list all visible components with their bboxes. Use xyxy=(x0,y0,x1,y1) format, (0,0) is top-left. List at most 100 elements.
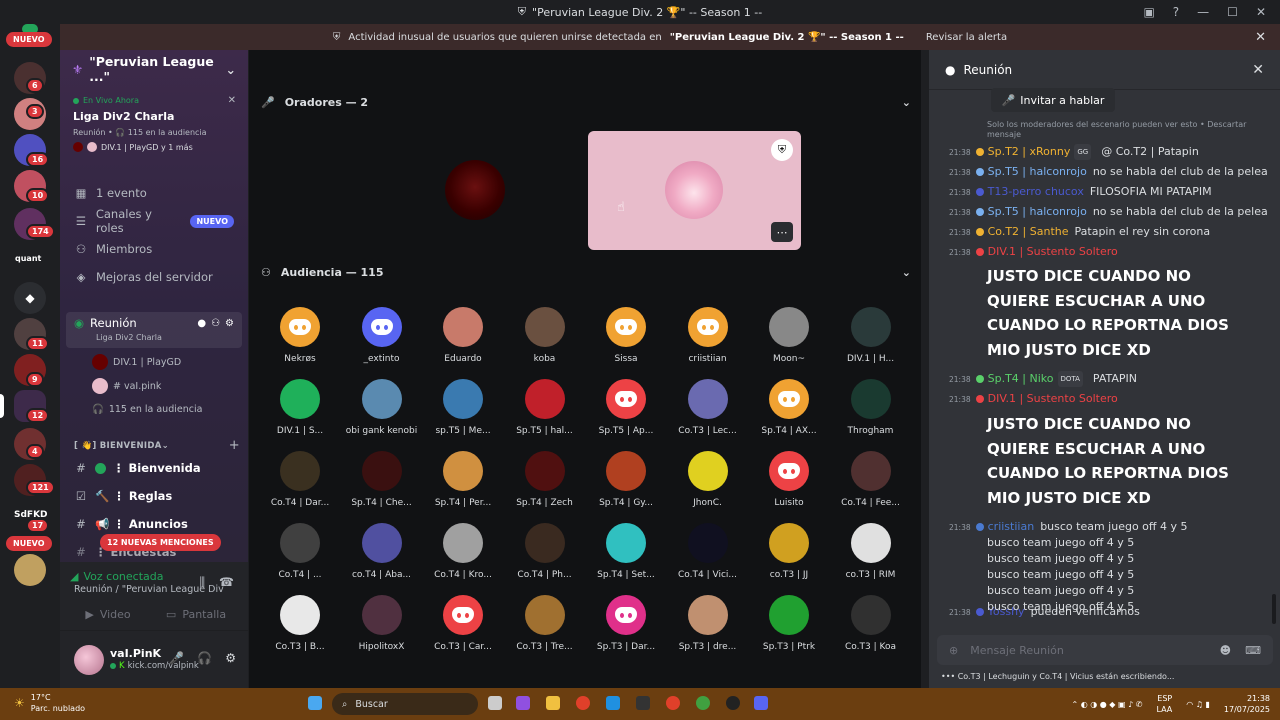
audience-member[interactable]: Co.T3 | B... xyxy=(261,595,339,667)
audience-member[interactable]: DIV.1 | H... xyxy=(832,307,910,379)
app-icon[interactable] xyxy=(606,696,620,710)
chrome-icon[interactable] xyxy=(576,696,590,710)
username[interactable]: Co.T2 | Santhe xyxy=(988,225,1069,238)
headphones-icon[interactable]: 🎧 xyxy=(197,651,212,665)
emoji-icon[interactable]: ☻ xyxy=(1220,644,1231,657)
server-header[interactable]: ⚜ "Peruvian League ..." ⌄ xyxy=(60,50,248,88)
new-mentions-pill[interactable]: 12 NUEVAS MENCIONES xyxy=(100,534,221,551)
channel-bienvenida[interactable]: # ⋮ Bienvenida xyxy=(66,456,242,480)
audience-member[interactable]: co.T3 | RIM xyxy=(832,523,910,595)
audience-member[interactable]: Nekrøs xyxy=(261,307,339,379)
username[interactable]: criistiian xyxy=(988,520,1035,533)
taskbar-search[interactable]: ⌕ Buscar xyxy=(332,693,478,715)
audience-member[interactable]: Eduardo xyxy=(424,307,502,379)
audience-member[interactable]: Sp.T4 | Che... xyxy=(343,451,421,523)
audience-member[interactable]: Co.T3 | Lec... xyxy=(669,379,747,451)
audience-member[interactable]: Sp.T5 | Ap... xyxy=(587,379,665,451)
speakers-header[interactable]: 🎤 Oradores — 2 ⌄ xyxy=(261,96,911,109)
audience-member[interactable]: sp.T5 | Me... xyxy=(424,379,502,451)
taskview-icon[interactable] xyxy=(488,696,502,710)
microphone-icon[interactable]: 🎤 xyxy=(169,651,184,665)
maximize-button[interactable]: ☐ xyxy=(1227,5,1238,19)
language-indicator[interactable]: ESP LAA xyxy=(1156,693,1172,715)
discord-taskbar-icon[interactable] xyxy=(754,696,768,710)
gamepad-icon[interactable]: ⌨ xyxy=(1245,644,1261,657)
audience-member[interactable]: Co.T3 | Koa xyxy=(832,595,910,667)
audience-member[interactable]: Sp.T4 | Set... xyxy=(587,523,665,595)
audience-member[interactable]: Co.T4 | ... xyxy=(261,523,339,595)
windows-start-icon[interactable] xyxy=(308,696,322,710)
audience-member[interactable]: DIV.1 | S... xyxy=(261,379,339,451)
close-button[interactable]: ✕ xyxy=(1256,5,1266,19)
voice-user[interactable]: DIV.1 | PlayGD xyxy=(92,352,181,372)
message-input[interactable]: ⊕ Mensaje Reunión ☻ ⌨ xyxy=(937,635,1273,665)
audience-member[interactable]: Co.T3 | Car... xyxy=(424,595,502,667)
username[interactable]: Sp.T4 | Niko xyxy=(988,372,1054,385)
audience-member[interactable]: co.T4 | Aba... xyxy=(343,523,421,595)
audience-member[interactable]: Co.T4 | Vici... xyxy=(669,523,747,595)
audience-member[interactable]: Luisito xyxy=(750,451,828,523)
soundboard-icon[interactable]: ⫼ xyxy=(200,575,206,590)
audience-member[interactable]: Moon~ xyxy=(750,307,828,379)
stage-channel[interactable]: ◉ Reunión ● ⚇ ⚙ Liga Div2 Charla xyxy=(66,312,242,348)
audience-member[interactable]: Throgham xyxy=(832,379,910,451)
help-icon[interactable]: ? xyxy=(1173,5,1179,19)
plus-icon[interactable]: ⊕ xyxy=(949,644,958,657)
audience-member[interactable]: Co.T4 | Ph... xyxy=(506,523,584,595)
copilot-icon[interactable] xyxy=(516,696,530,710)
chat-scrollbar[interactable] xyxy=(1272,594,1276,624)
audience-member[interactable]: Co.T4 | Dar... xyxy=(261,451,339,523)
username[interactable]: T13-perro chucox xyxy=(988,185,1084,198)
audience-member[interactable]: Co.T3 | Tre... xyxy=(506,595,584,667)
sidebar-item-boosts[interactable]: ◈ Mejoras del servidor xyxy=(66,264,242,290)
audience-member[interactable]: Sp.T5 | hal... xyxy=(506,379,584,451)
app-icon[interactable] xyxy=(636,696,650,710)
add-member-icon[interactable]: ⚇ xyxy=(211,318,220,329)
audience-member[interactable]: Sp.T3 | Dar... xyxy=(587,595,665,667)
audience-member[interactable]: Sp.T4 | Zech xyxy=(506,451,584,523)
clock[interactable]: 21:38 17/07/2025 xyxy=(1224,693,1270,715)
audience-member[interactable]: HipolitoxX xyxy=(343,595,421,667)
audience-member[interactable]: Sp.T4 | Gy... xyxy=(587,451,665,523)
chat-icon[interactable]: ● xyxy=(197,318,206,329)
invite-to-speak-button[interactable]: 🎤 Invitar a hablar xyxy=(991,88,1115,112)
audience-member[interactable]: Co.T4 | Kro... xyxy=(424,523,502,595)
close-icon[interactable]: ✕ xyxy=(1252,62,1264,78)
disconnect-icon[interactable]: ☎ xyxy=(219,575,234,590)
audience-member[interactable]: JhonC. xyxy=(669,451,747,523)
minimize-button[interactable]: — xyxy=(1197,5,1209,19)
audience-header[interactable]: ⚇ Audiencia — 115 ⌄ xyxy=(261,266,911,279)
audience-member[interactable]: koba xyxy=(506,307,584,379)
speaker-tile[interactable]: ⛨ ⋯ xyxy=(588,131,801,250)
screen-share-button[interactable]: ▭ Pantalla xyxy=(156,604,236,624)
channel-anuncios[interactable]: # 📢 ⋮ Anuncios xyxy=(66,512,242,536)
more-options-button[interactable]: ⋯ xyxy=(771,222,793,242)
username[interactable]: Sp.T5 | halconrojo xyxy=(988,205,1087,218)
sidebar-item-channels-roles[interactable]: ☰ Canales y roles NUEVO xyxy=(66,207,242,235)
audience-member[interactable]: obi gank kenobi xyxy=(343,379,421,451)
discord-icon[interactable]: ◆ xyxy=(14,282,46,314)
live-stage-card[interactable]: En Vivo Ahora Liga Div2 Charla Reunión •… xyxy=(66,90,242,168)
username[interactable]: DIV.1 | Sustento Soltero xyxy=(988,392,1118,405)
audience-member[interactable]: _extinto xyxy=(343,307,421,379)
voice-connected[interactable]: ◢ Voz conectada xyxy=(70,570,163,583)
gear-icon[interactable]: ⚙ xyxy=(225,651,236,665)
category-header[interactable]: [ 👋] BIENVENIDA ⌄ + xyxy=(74,438,240,453)
channel-reglas[interactable]: ☑ 🔨 ⋮ Reglas xyxy=(66,484,242,508)
audience-member[interactable]: Co.T4 | Fee... xyxy=(832,451,910,523)
close-icon[interactable]: ✕ xyxy=(228,95,236,106)
audience-member[interactable]: Sp.T3 | dre... xyxy=(669,595,747,667)
review-alert-button[interactable]: Revisar la alerta xyxy=(926,32,1007,43)
audience-member[interactable]: co.T3 | JJ xyxy=(750,523,828,595)
add-channel-icon[interactable]: + xyxy=(229,438,240,453)
quant-label[interactable]: quant xyxy=(15,254,41,263)
username[interactable]: DIV.1 | Sustento Soltero xyxy=(988,245,1118,258)
server-icon[interactable] xyxy=(14,554,46,586)
audience-member[interactable]: Sissa xyxy=(587,307,665,379)
username[interactable]: Sp.T5 | halconrojo xyxy=(988,165,1087,178)
username[interactable]: Sp.T2 | xRonny xyxy=(988,145,1071,158)
audience-member[interactable]: Sp.T3 | Ptrk xyxy=(750,595,828,667)
wifi-icon[interactable]: ◠ ♫ ▮ xyxy=(1186,700,1210,709)
avatar[interactable] xyxy=(74,645,104,675)
inbox-icon[interactable]: ▣ xyxy=(1143,5,1154,19)
